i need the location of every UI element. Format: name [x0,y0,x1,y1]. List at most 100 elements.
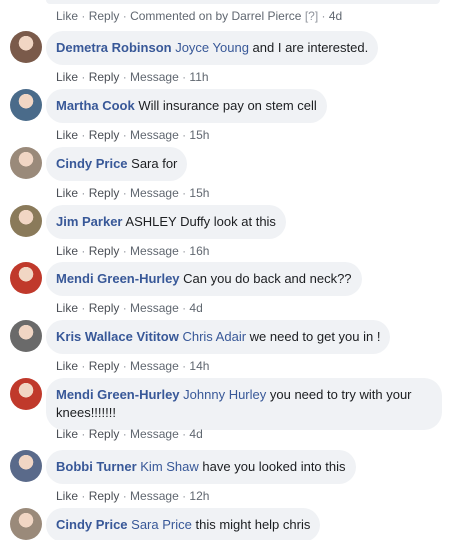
comment-mention[interactable]: Joyce Young [175,40,249,55]
timestamp[interactable]: 12h [189,489,209,503]
separator: · [78,70,89,84]
like-link[interactable]: Like [56,186,78,200]
reply-link[interactable]: Reply [89,359,120,373]
comment-author[interactable]: Cindy Price [56,517,128,532]
separator: · [78,186,89,200]
separator: · [119,244,131,258]
message-link[interactable]: Message [130,70,179,84]
timestamp[interactable]: 16h [189,244,209,258]
comment-bubble: Jim Parker ASHLEY Duffy look at this [46,205,286,239]
like-link[interactable]: Like [56,70,78,84]
comment-bubble: Mendi Green-Hurley Can you do back and n… [46,262,362,296]
reply-link[interactable]: Reply [89,244,120,258]
message-link[interactable]: Message [130,359,179,373]
reply-link[interactable]: Reply [89,186,120,200]
separator: · [119,186,131,200]
separator: · [178,70,190,84]
separator: · [119,70,131,84]
like-link[interactable]: Like [56,128,78,142]
comment-bubble: Demetra Robinson Joyce Young and I are i… [46,31,379,65]
separator: · [78,301,89,315]
like-link[interactable]: Like [56,301,78,315]
reply-link[interactable]: Reply [89,70,120,84]
reply-link[interactable]: Reply [89,489,120,503]
comment-author[interactable]: Jim Parker [56,214,123,229]
message-link[interactable]: Message [130,427,179,441]
avatar[interactable] [10,262,42,294]
comment-text: and I are interested. [248,40,369,55]
help-mark[interactable]: [?] [305,9,318,23]
avatar[interactable] [10,89,42,121]
comment-author[interactable]: Mendi Green-Hurley [56,387,180,402]
separator: · [119,301,131,315]
separator: · [119,128,131,142]
comment-bubble: Mendi Green-Hurley Johnny Hurley you nee… [46,378,442,430]
comment-bubble: Cindy Price Sara for [46,147,188,181]
reply-link[interactable]: Reply [89,128,120,142]
separator: · [119,427,131,441]
comment-bubble: Bobbi Turner Kim Shaw have you looked in… [46,450,356,484]
comment-bubble: Martha Cook Will insurance pay on stem c… [46,89,327,123]
reply-link[interactable]: Reply [89,301,120,315]
comment-bubble: Kris Wallace Vititow Chris Adair we need… [46,320,391,354]
timestamp[interactable]: 15h [189,186,209,200]
comment-author[interactable]: Kris Wallace Vititow [56,329,179,344]
comment-actions: Like · Reply · Message · 14h [56,359,209,373]
separator: · [178,489,190,503]
comment-text: Will insurance pay on stem cell [134,98,317,113]
timestamp[interactable]: 4d [329,9,342,23]
like-link[interactable]: Like [56,359,78,373]
timestamp[interactable]: 4d [189,301,202,315]
comment-bubble: Cindy Price Sara Price this might help c… [46,508,321,540]
comment-actions: Like · Reply · Message · 15h [56,128,209,142]
avatar[interactable] [10,31,42,63]
message-link[interactable]: Message [130,489,179,503]
reply-link[interactable]: Reply [89,427,120,441]
previous-comment-bubble [46,0,440,4]
comment-mention[interactable]: Kim Shaw [140,459,199,474]
separator: · [78,359,89,373]
like-link[interactable]: Like [56,427,78,441]
timestamp[interactable]: 14h [189,359,209,373]
avatar[interactable] [10,205,42,237]
separator: · [178,301,190,315]
separator: · [119,489,131,503]
separator: · [119,359,131,373]
separator: · [178,186,190,200]
separator: · [78,427,89,441]
comment-author[interactable]: Cindy Price [56,156,128,171]
comment-actions: Like · Reply · Message · 4d [56,427,203,441]
comment-actions: Like · Reply · Message · 4d [56,301,203,315]
separator: · [78,128,89,142]
timestamp[interactable]: 11h [189,70,208,84]
avatar[interactable] [10,320,42,352]
comment-author[interactable]: Bobbi Turner [56,459,137,474]
like-link[interactable]: Like [56,9,78,23]
comment-actions: Like · Reply · Message · 12h [56,489,209,503]
message-link[interactable]: Message [130,186,179,200]
timestamp[interactable]: 15h [189,128,209,142]
comment-actions: Like · Reply · Message · 16h [56,244,209,258]
avatar[interactable] [10,147,42,179]
comment-author[interactable]: Demetra Robinson [56,40,172,55]
comment-mention[interactable]: Sara Price [131,517,192,532]
avatar[interactable] [10,508,42,540]
like-link[interactable]: Like [56,244,78,258]
separator: · [178,427,190,441]
reply-link[interactable]: Reply [89,9,120,23]
like-link[interactable]: Like [56,489,78,503]
avatar[interactable] [10,378,42,410]
message-link[interactable]: Message [130,244,179,258]
message-link[interactable]: Message [130,301,179,315]
timestamp[interactable]: 4d [189,427,202,441]
comment-text: we need to get you in ! [246,329,381,344]
avatar[interactable] [10,450,42,482]
comment-actions: Like · Reply · Message · 11h [56,70,209,84]
comment-author[interactable]: Martha Cook [56,98,135,113]
comment-actions: Like · Reply · Message · 15h [56,186,209,200]
comment-mention[interactable]: Johnny Hurley [183,387,266,402]
comment-author[interactable]: Mendi Green-Hurley [56,271,180,286]
commented-on-by[interactable]: Commented on by Darrel Pierce [130,9,301,23]
message-link[interactable]: Message [130,128,179,142]
comment-mention[interactable]: Chris Adair [182,329,246,344]
